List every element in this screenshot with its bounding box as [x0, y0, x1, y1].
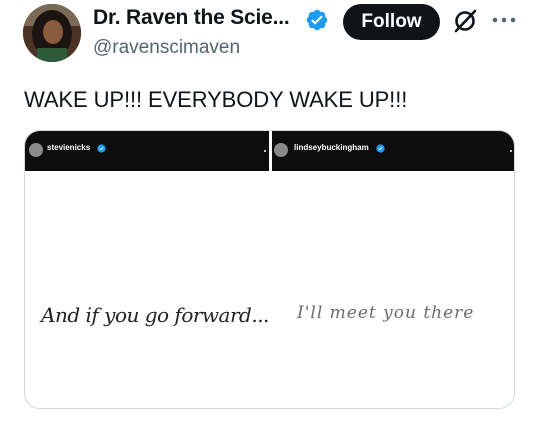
author-handle[interactable]: @ravenscimaven [93, 37, 240, 59]
right-story-header: lindseybuckingham [272, 131, 514, 171]
author-display-name[interactable]: Dr. Raven the Scie... [93, 6, 290, 30]
verified-badge-icon [306, 9, 328, 31]
left-story-header: stevienicks [25, 131, 269, 171]
right-story-menu-icon [510, 150, 512, 152]
author-avatar[interactable] [23, 4, 81, 62]
right-story-username: lindseybuckingham [294, 143, 369, 152]
right-story-avatar [274, 143, 288, 157]
tweet-media[interactable]: stevienicks lindseybuckingham And if you… [24, 130, 515, 409]
tweet-text: WAKE UP!!! EVERYBODY WAKE UP!!! [24, 87, 408, 112]
profile-photo-icon [23, 4, 81, 62]
more-options-icon[interactable] [491, 10, 517, 30]
left-story-menu-icon [264, 150, 266, 152]
left-story-avatar [29, 143, 43, 157]
left-handwriting-text: And if you go forward... [41, 303, 269, 327]
left-story-username: stevienicks [47, 143, 91, 152]
right-handwriting-text: I'll meet you there [297, 303, 475, 323]
grok-icon[interactable] [452, 8, 478, 34]
follow-button[interactable]: Follow [343, 4, 440, 40]
right-story-verified-icon [376, 144, 385, 153]
left-story-verified-icon [97, 144, 106, 153]
